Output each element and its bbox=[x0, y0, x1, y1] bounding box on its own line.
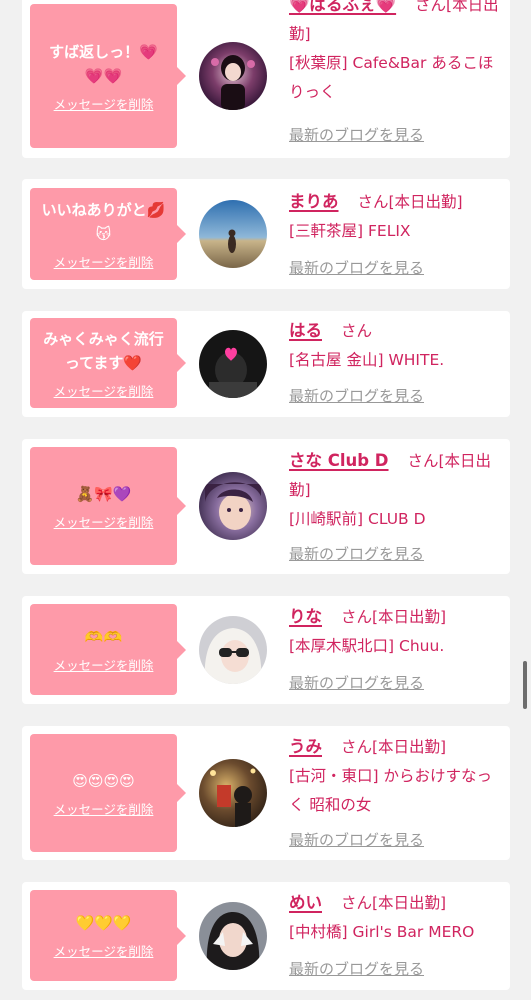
host-info: はる さん [名古屋 金山] WHITE. bbox=[289, 316, 503, 375]
latest-blog-link[interactable]: 最新のブログを見る bbox=[289, 543, 424, 564]
profile-photo-icon bbox=[199, 759, 267, 827]
message-bubble: 💛💛💛 メッセージを削除 bbox=[30, 890, 186, 981]
delete-message-link[interactable]: メッセージを削除 bbox=[54, 381, 154, 400]
honorific-label: さん bbox=[340, 608, 372, 626]
shop-label: [名古屋 金山] WHITE. bbox=[289, 351, 445, 369]
avatar[interactable] bbox=[199, 330, 267, 398]
honorific-label: さん bbox=[340, 894, 372, 912]
shop-label: [古河・東口] からおけすなっく 昭和の女 bbox=[289, 767, 493, 814]
latest-blog-link[interactable]: 最新のブログを見る bbox=[289, 257, 424, 278]
avatar[interactable] bbox=[199, 902, 267, 970]
host-name-link[interactable]: めい bbox=[289, 893, 322, 912]
profile-photo-icon bbox=[199, 616, 267, 684]
host-name-link[interactable]: さな Club D bbox=[289, 451, 389, 470]
delete-message-link[interactable]: メッセージを削除 bbox=[54, 799, 154, 818]
scrollbar[interactable] bbox=[523, 661, 527, 709]
latest-blog-link[interactable]: 最新のブログを見る bbox=[289, 124, 424, 145]
message-bubble: 😍😍😍😍 メッセージを削除 bbox=[30, 734, 186, 852]
profile-photo-icon bbox=[199, 42, 267, 110]
message-text: 😍😍😍😍 bbox=[72, 771, 135, 790]
shop-label: [川崎駅前] CLUB D bbox=[289, 510, 426, 528]
message-bubble: 🧸🎀💜 メッセージを削除 bbox=[30, 447, 186, 565]
message-bubble: いいねありがと💋 😽 メッセージを削除 bbox=[30, 188, 186, 280]
list-item: 🧸🎀💜 メッセージを削除 さな Club D さん[本日出勤] [川崎駅前] C… bbox=[22, 439, 510, 574]
host-info: めい さん[本日出勤] [中村橋] Girl's Bar MERO bbox=[289, 888, 503, 947]
delete-message-link[interactable]: メッセージを削除 bbox=[54, 941, 154, 960]
list-item: みゃくみゃく流行 ってます❤️ メッセージを削除 はる さん [名古屋 金山] … bbox=[22, 311, 510, 417]
host-info: 💗ぱるふぇ💗 さん[本日出勤] [秋葉原] Cafe&Bar あるこほりっく bbox=[289, 0, 503, 107]
profile-photo-icon bbox=[199, 902, 267, 970]
message-bubble: 🫶🫶 メッセージを削除 bbox=[30, 604, 186, 695]
host-info: りな さん[本日出勤] [本厚木駅北口] Chuu. bbox=[289, 602, 503, 661]
message-bubble: すば返しっ！💗 💗💗 メッセージを削除 bbox=[30, 4, 186, 148]
list-item: 💛💛💛 メッセージを削除 めい さん[本日出勤] [中村橋] Girl's Ba… bbox=[22, 882, 510, 990]
list-item: すば返しっ！💗 💗💗 メッセージを削除 💗ぱるふぇ💗 さん[本日出勤] [秋葉原… bbox=[22, 0, 510, 158]
delete-message-link[interactable]: メッセージを削除 bbox=[54, 512, 154, 531]
message-text: すば返しっ！💗 💗💗 bbox=[49, 42, 158, 85]
latest-blog-link[interactable]: 最新のブログを見る bbox=[289, 829, 424, 850]
message-text: 🧸🎀💜 bbox=[75, 484, 132, 503]
latest-blog-link[interactable]: 最新のブログを見る bbox=[289, 958, 424, 979]
profile-photo-icon bbox=[199, 472, 267, 540]
delete-message-link[interactable]: メッセージを削除 bbox=[54, 252, 154, 271]
message-text: いいねありがと💋 😽 bbox=[41, 200, 166, 243]
latest-blog-link[interactable]: 最新のブログを見る bbox=[289, 672, 424, 693]
shop-label: [中村橋] Girl's Bar MERO bbox=[289, 923, 475, 941]
attendance-status: [本日出勤] bbox=[371, 894, 447, 912]
host-info: まりあ さん[本日出勤] [三軒茶屋] FELIX bbox=[289, 187, 503, 246]
host-name-link[interactable]: 💗ぱるふぇ💗 bbox=[289, 0, 396, 14]
honorific-label: さん bbox=[357, 193, 389, 211]
shop-label: [秋葉原] Cafe&Bar あるこほりっく bbox=[289, 54, 494, 101]
host-name-link[interactable]: はる bbox=[289, 321, 322, 340]
shop-label: [三軒茶屋] FELIX bbox=[289, 222, 411, 240]
attendance-status: [本日出勤] bbox=[371, 608, 447, 626]
message-text: 💛💛💛 bbox=[75, 914, 132, 932]
host-info: さな Club D さん[本日出勤] [川崎駅前] CLUB D bbox=[289, 446, 503, 534]
honorific-label: さん bbox=[407, 452, 439, 470]
avatar[interactable] bbox=[199, 42, 267, 110]
message-text: 🫶🫶 bbox=[84, 628, 123, 646]
honorific-label: さん bbox=[415, 0, 447, 14]
avatar[interactable] bbox=[199, 759, 267, 827]
host-name-link[interactable]: うみ bbox=[289, 737, 322, 756]
shop-label: [本厚木駅北口] Chuu. bbox=[289, 637, 445, 655]
host-name-link[interactable]: まりあ bbox=[289, 192, 339, 211]
profile-photo-icon bbox=[199, 200, 267, 268]
list-item: 🫶🫶 メッセージを削除 りな さん[本日出勤] [本厚木駅北口] Chuu. 最… bbox=[22, 596, 510, 704]
avatar[interactable] bbox=[199, 200, 267, 268]
delete-message-link[interactable]: メッセージを削除 bbox=[54, 655, 154, 674]
honorific-label: さん bbox=[340, 738, 372, 756]
profile-photo-icon bbox=[199, 330, 267, 398]
attendance-status: [本日出勤] bbox=[371, 738, 447, 756]
host-name-link[interactable]: りな bbox=[289, 607, 322, 626]
list-item: いいねありがと💋 😽 メッセージを削除 まりあ さん[本日出勤] [三軒茶屋] … bbox=[22, 179, 510, 289]
honorific-label: さん bbox=[340, 322, 372, 340]
list-item: 😍😍😍😍 メッセージを削除 うみ さん[本日出勤] [古河・東口] からおけすな… bbox=[22, 726, 510, 860]
delete-message-link[interactable]: メッセージを削除 bbox=[54, 94, 154, 113]
latest-blog-link[interactable]: 最新のブログを見る bbox=[289, 385, 424, 406]
message-text: みゃくみゃく流行 ってます❤️ bbox=[43, 329, 164, 372]
avatar[interactable] bbox=[199, 472, 267, 540]
message-bubble: みゃくみゃく流行 ってます❤️ メッセージを削除 bbox=[30, 318, 186, 408]
host-info: うみ さん[本日出勤] [古河・東口] からおけすなっく 昭和の女 bbox=[289, 732, 503, 820]
attendance-status: [本日出勤] bbox=[388, 193, 463, 211]
avatar[interactable] bbox=[199, 616, 267, 684]
